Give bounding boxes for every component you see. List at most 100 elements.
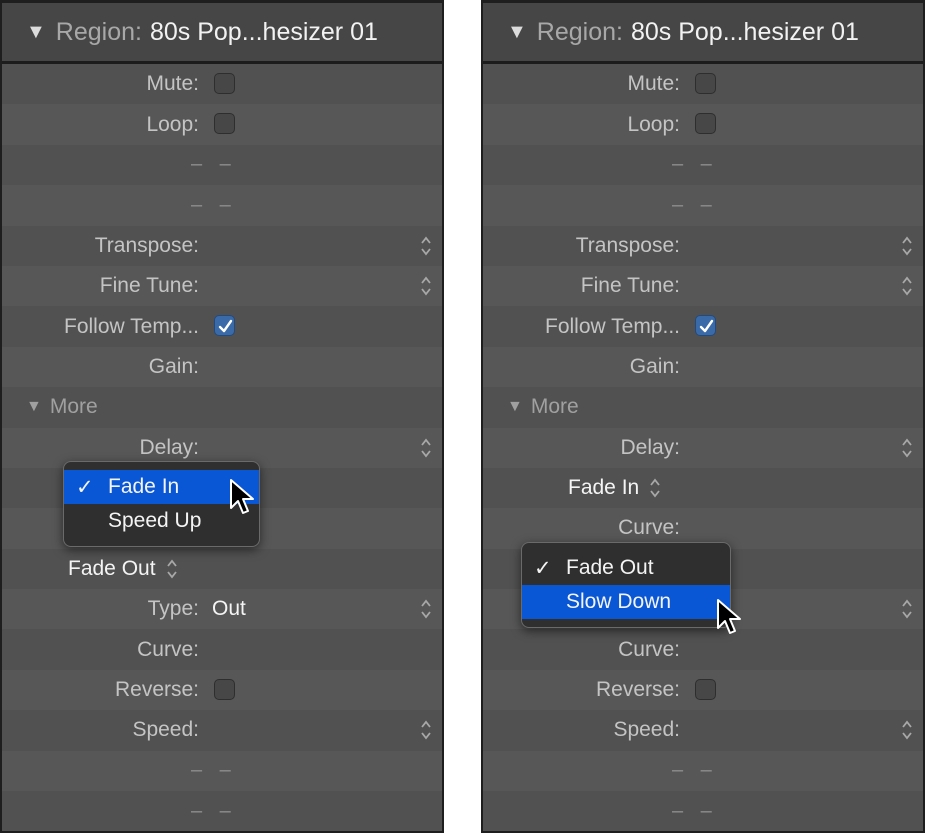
delay-stepper-icon[interactable] <box>420 437 432 459</box>
more-disclosure[interactable]: ▼ More <box>507 387 579 427</box>
empty-row: – – <box>2 185 442 226</box>
curve-label: Curve: <box>137 637 199 661</box>
checkmark-icon <box>217 318 234 335</box>
mute-row: Mute: <box>2 64 442 105</box>
placeholder-dash: – – <box>672 153 718 176</box>
mouse-pointer-icon <box>229 478 255 516</box>
gain-label: Gain: <box>148 354 199 378</box>
more-row[interactable]: ▼ More <box>483 387 923 428</box>
gain-label: Gain: <box>629 354 680 378</box>
disclosure-triangle-icon[interactable]: ▼ <box>26 21 46 44</box>
disclosure-triangle-icon: ▼ <box>507 398 523 416</box>
fine-tune-row: Fine Tune: <box>483 265 923 307</box>
placeholder-dash: – – <box>191 759 237 782</box>
more-row[interactable]: ▼ More <box>2 387 442 428</box>
fine-tune-stepper-icon[interactable] <box>420 275 432 297</box>
speed-stepper-icon[interactable] <box>901 719 913 741</box>
speed-label: Speed: <box>132 718 199 742</box>
fine-tune-row: Fine Tune: <box>2 265 442 307</box>
empty-row: – – <box>483 144 923 186</box>
menu-item-label: Fade Out <box>566 556 654 579</box>
transpose-row: Transpose: <box>483 225 923 266</box>
placeholder-dash: – – <box>672 799 718 822</box>
empty-row: – – <box>483 791 923 831</box>
region-name: 80s Pop...hesizer 01 <box>149 17 378 46</box>
mute-label: Mute: <box>146 72 199 96</box>
region-inspector-right: ▼ Region: 80s Pop...hesizer 01 Mute: Loo… <box>481 0 925 833</box>
fade-out-popup-label: Fade Out <box>68 556 156 580</box>
more-label: More <box>530 395 579 419</box>
speed-row: Speed: <box>483 710 923 751</box>
mute-label: Mute: <box>627 72 680 96</box>
fine-tune-label: Fine Tune: <box>580 274 680 298</box>
reverse-label: Reverse: <box>595 678 680 702</box>
menu-item-label: Speed Up <box>108 509 202 532</box>
region-label: Region: <box>55 17 142 46</box>
menu-item-fade-out[interactable]: ✓ Fade Out <box>522 551 730 585</box>
speed-label: Speed: <box>613 718 680 742</box>
speed-stepper-icon[interactable] <box>420 719 432 741</box>
transpose-label: Transpose: <box>575 233 680 257</box>
delay-label: Delay: <box>620 435 680 459</box>
menu-item-label: Fade In <box>108 475 180 498</box>
transpose-stepper-icon[interactable] <box>420 235 432 257</box>
fade-out-popup-menu: ✓ Fade Out Slow Down <box>521 542 731 628</box>
menu-item-slow-down[interactable]: Slow Down <box>522 585 730 619</box>
region-inspector-left: ▼ Region: 80s Pop...hesizer 01 Mute: Loo… <box>0 0 444 833</box>
loop-checkbox[interactable] <box>214 113 235 135</box>
fade-out-popup[interactable]: Fade Out <box>68 549 178 589</box>
placeholder-dash: – – <box>191 799 237 822</box>
follow-tempo-row: Follow Temp... <box>483 306 923 347</box>
delay-row: Delay: <box>483 427 923 468</box>
type-stepper-icon[interactable] <box>420 598 432 620</box>
type-value[interactable]: Out <box>212 589 246 629</box>
empty-row: – – <box>2 144 442 186</box>
type-stepper-icon[interactable] <box>901 598 913 620</box>
mute-checkbox[interactable] <box>695 73 716 94</box>
loop-row: Loop: <box>483 104 923 145</box>
placeholder-dash: – – <box>191 153 237 176</box>
empty-row: – – <box>483 750 923 792</box>
gain-row: Gain: <box>2 346 442 388</box>
region-header[interactable]: ▼ Region: 80s Pop...hesizer 01 <box>2 3 442 64</box>
reverse-row: Reverse: <box>483 669 923 711</box>
curve-row: Curve: <box>2 629 442 670</box>
reverse-checkbox[interactable] <box>695 678 716 700</box>
follow-tempo-row: Follow Temp... <box>2 306 442 347</box>
placeholder-dash: – – <box>191 193 237 216</box>
disclosure-triangle-icon[interactable]: ▼ <box>507 21 527 44</box>
reverse-row: Reverse: <box>2 669 442 711</box>
checkmark-icon <box>698 318 715 335</box>
follow-tempo-checkbox[interactable] <box>695 315 716 337</box>
empty-row: – – <box>2 750 442 792</box>
type-row: Type: Out <box>2 589 442 630</box>
mute-row: Mute: <box>483 64 923 105</box>
region-header[interactable]: ▼ Region: 80s Pop...hesizer 01 <box>483 3 923 64</box>
loop-checkbox[interactable] <box>695 113 716 135</box>
checkmark-icon: ✓ <box>534 556 552 580</box>
empty-row: – – <box>2 791 442 831</box>
reverse-checkbox[interactable] <box>214 678 235 700</box>
mute-checkbox[interactable] <box>214 73 235 94</box>
mouse-pointer-icon <box>716 598 742 636</box>
more-disclosure[interactable]: ▼ More <box>26 387 98 427</box>
fade-in-row: Fade In <box>483 467 923 509</box>
menu-item-label: Slow Down <box>566 590 672 613</box>
type-label: Type: <box>147 597 199 621</box>
placeholder-dash: – – <box>672 759 718 782</box>
fine-tune-label: Fine Tune: <box>99 274 199 298</box>
empty-row: – – <box>483 185 923 226</box>
follow-tempo-checkbox[interactable] <box>214 315 235 337</box>
loop-label: Loop: <box>146 112 199 136</box>
more-label: More <box>49 395 98 419</box>
delay-stepper-icon[interactable] <box>901 437 913 459</box>
follow-tempo-label: Follow Temp... <box>545 314 680 338</box>
popup-stepper-icon <box>649 477 661 499</box>
transpose-stepper-icon[interactable] <box>901 235 913 257</box>
placeholder-dash: – – <box>672 193 718 216</box>
loop-label: Loop: <box>627 112 680 136</box>
fine-tune-stepper-icon[interactable] <box>901 275 913 297</box>
popup-stepper-icon <box>166 558 178 580</box>
fade-in-popup[interactable]: Fade In <box>568 468 661 508</box>
region-name: 80s Pop...hesizer 01 <box>630 17 859 46</box>
